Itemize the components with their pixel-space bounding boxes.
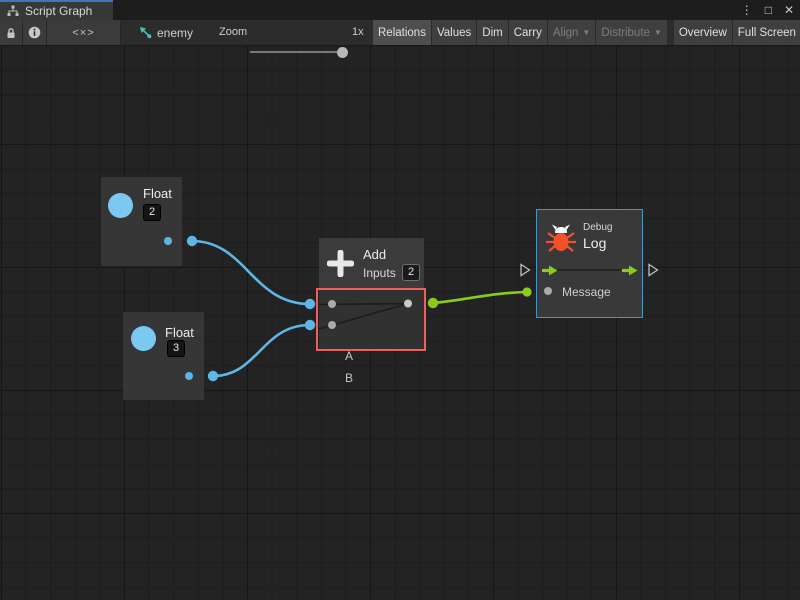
node-title: Float xyxy=(143,186,172,201)
port-a-label: A xyxy=(345,349,353,363)
float-value-input[interactable]: 2 xyxy=(143,204,161,221)
overview-button[interactable]: Overview xyxy=(674,20,733,45)
script-graph-icon xyxy=(7,5,19,17)
lock-button[interactable] xyxy=(0,20,23,45)
info-icon xyxy=(28,26,41,39)
fullscreen-label: Full Screen xyxy=(738,27,796,39)
distribute-button[interactable]: Distribute ▼ xyxy=(596,20,668,45)
info-button[interactable] xyxy=(23,20,47,45)
window-maximize-icon[interactable]: □ xyxy=(765,0,772,20)
align-label: Align xyxy=(553,27,579,39)
float-node-2[interactable]: Float 3 xyxy=(123,312,204,400)
node-title: Float xyxy=(165,325,194,340)
graph-name-label: enemy xyxy=(157,26,193,40)
float-type-icon xyxy=(108,193,133,218)
zoom-slider-track[interactable] xyxy=(250,51,345,53)
dim-label: Dim xyxy=(482,27,502,39)
carry-label: Carry xyxy=(514,27,542,39)
node-category: Debug xyxy=(583,222,612,233)
values-button[interactable]: Values xyxy=(432,20,477,45)
tab-script-graph[interactable]: Script Graph xyxy=(0,0,113,20)
node-title: Add xyxy=(363,247,386,262)
relations-button[interactable]: Relations xyxy=(373,20,432,45)
bug-icon xyxy=(544,221,578,253)
window-close-icon[interactable]: ✕ xyxy=(784,0,794,20)
chevron-down-icon: ▼ xyxy=(654,28,662,37)
fullscreen-button[interactable]: Full Screen xyxy=(733,20,800,45)
port-b-label: B xyxy=(345,371,353,385)
values-label: Values xyxy=(437,27,471,39)
inputs-label: Inputs xyxy=(363,266,396,280)
distribute-label: Distribute xyxy=(601,27,650,39)
overview-label: Overview xyxy=(679,27,727,39)
graph-toolbar: <×> enemy Zoom 1x Relations Values Dim C… xyxy=(0,20,800,46)
plus-icon xyxy=(327,250,354,277)
add-node-header: Add Inputs 2 xyxy=(319,238,424,290)
code-icon: <×> xyxy=(72,27,94,39)
lock-icon xyxy=(5,27,17,39)
node-title: Log xyxy=(583,235,606,251)
message-port-label: Message xyxy=(562,285,611,299)
graph-asset-icon xyxy=(139,26,152,39)
tab-title: Script Graph xyxy=(25,4,92,18)
flow-in-arrow-icon[interactable] xyxy=(542,265,558,276)
flow-out-arrow-icon[interactable] xyxy=(622,265,638,276)
float-type-icon xyxy=(131,326,156,351)
debug-log-node[interactable]: Debug Log Message xyxy=(536,209,643,318)
float-value-input[interactable]: 3 xyxy=(167,340,185,357)
selection-rectangle xyxy=(316,288,426,351)
inputs-count-input[interactable]: 2 xyxy=(402,264,420,281)
relations-label: Relations xyxy=(378,27,426,39)
float-node-1[interactable]: Float 2 xyxy=(101,177,182,266)
chevron-down-icon: ▼ xyxy=(582,28,590,37)
zoom-slider-handle[interactable] xyxy=(337,47,348,58)
align-button[interactable]: Align ▼ xyxy=(548,20,597,45)
zoom-label: Zoom xyxy=(219,20,247,45)
window-menu-icon[interactable]: ⋮ xyxy=(741,0,753,20)
zoom-value: 1x xyxy=(352,20,364,45)
graph-breadcrumb[interactable]: enemy xyxy=(139,20,193,45)
dim-button[interactable]: Dim xyxy=(477,20,508,45)
code-view-button[interactable]: <×> xyxy=(47,20,121,45)
title-bar: Script Graph ⋮ □ ✕ xyxy=(0,0,800,20)
carry-button[interactable]: Carry xyxy=(509,20,548,45)
